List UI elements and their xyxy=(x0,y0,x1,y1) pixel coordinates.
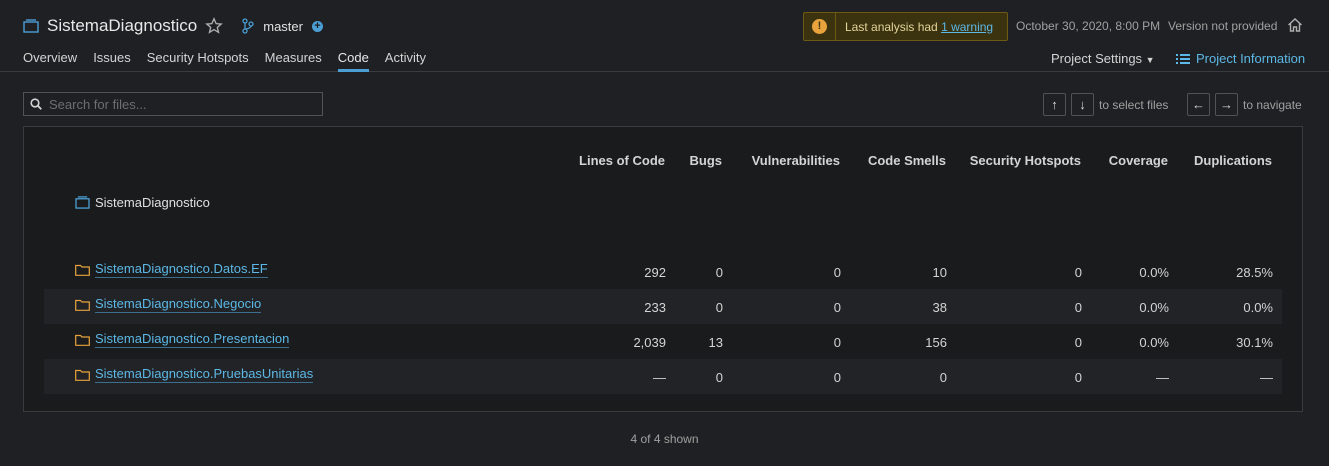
table-row: SistemaDiagnostico.Datos.EF 292 0 0 10 0… xyxy=(44,254,1282,289)
version-label: Version not provided xyxy=(1168,19,1278,33)
analysis-warning: ! Last analysis had 1 warning xyxy=(803,12,1008,41)
branch-name[interactable]: master xyxy=(263,19,303,34)
column-vulnerabilities: Vulnerabilities xyxy=(751,153,840,168)
cell-coverage[interactable]: — xyxy=(1156,370,1169,385)
search-input[interactable] xyxy=(49,96,299,112)
project-settings-label: Project Settings xyxy=(1051,51,1143,66)
cell-lines-of-code: 2,039 xyxy=(633,335,666,350)
top-bar: SistemaDiagnostico master + ! Last analy… xyxy=(0,0,1329,72)
table-row: SistemaDiagnostico.Negocio 233 0 0 38 0 … xyxy=(44,289,1282,324)
cell-code-smells[interactable]: 38 xyxy=(933,300,947,315)
root-component: SistemaDiagnostico xyxy=(75,195,210,210)
key-up: ↑ xyxy=(1043,93,1066,116)
file-link[interactable]: SistemaDiagnostico.PruebasUnitarias xyxy=(95,366,314,383)
file-search xyxy=(23,92,323,116)
file-link[interactable]: SistemaDiagnostico.Negocio xyxy=(95,296,262,313)
project-name[interactable]: SistemaDiagnostico xyxy=(47,16,197,36)
cell-duplications[interactable]: 30.1% xyxy=(1236,335,1273,350)
list-icon xyxy=(1176,53,1190,64)
cell-security-hotspots[interactable]: 0 xyxy=(1075,335,1082,350)
row-name: SistemaDiagnostico.Presentacion xyxy=(75,331,290,348)
cell-security-hotspots[interactable]: 0 xyxy=(1075,300,1082,315)
analysis-date: October 30, 2020, 8:00 PM xyxy=(1016,19,1161,33)
folder-icon xyxy=(75,334,90,346)
cell-lines-of-code: — xyxy=(653,370,666,385)
select-hint: ↑ ↓ to select files xyxy=(1043,93,1168,116)
branch-icon xyxy=(242,18,254,34)
column-coverage: Coverage xyxy=(1108,153,1168,168)
table-row: SistemaDiagnostico.Presentacion 2,039 13… xyxy=(44,324,1282,359)
project-icon xyxy=(75,196,90,209)
cell-security-hotspots[interactable]: 0 xyxy=(1075,370,1082,385)
tab-activity[interactable]: Activity xyxy=(385,50,426,72)
column-code-smells: Code Smells xyxy=(867,153,946,168)
shown-count: 4 of 4 shown xyxy=(630,432,699,446)
cell-duplications[interactable]: 0.0% xyxy=(1243,300,1273,315)
cell-code-smells[interactable]: 0 xyxy=(940,370,947,385)
row-name: SistemaDiagnostico.PruebasUnitarias xyxy=(75,366,314,383)
cell-vulnerabilities[interactable]: 0 xyxy=(834,300,841,315)
cell-vulnerabilities[interactable]: 0 xyxy=(834,335,841,350)
tab-measures[interactable]: Measures xyxy=(265,50,322,72)
cell-duplications[interactable]: 28.5% xyxy=(1236,265,1273,280)
cell-security-hotspots[interactable]: 0 xyxy=(1075,265,1082,280)
root-component-name: SistemaDiagnostico xyxy=(95,195,210,210)
search-icon xyxy=(30,98,42,110)
project-icon xyxy=(23,19,39,33)
warning-icon-container: ! xyxy=(804,13,836,40)
cell-bugs[interactable]: 0 xyxy=(716,300,723,315)
key-right: → xyxy=(1215,93,1238,116)
file-link[interactable]: SistemaDiagnostico.Presentacion xyxy=(95,331,290,348)
cell-coverage[interactable]: 0.0% xyxy=(1139,300,1169,315)
cell-code-smells[interactable]: 10 xyxy=(933,265,947,280)
project-information-link[interactable]: Project Information xyxy=(1176,51,1305,66)
folder-icon xyxy=(75,299,90,311)
cell-coverage[interactable]: 0.0% xyxy=(1139,335,1169,350)
project-header: SistemaDiagnostico master + xyxy=(23,14,323,38)
cell-code-smells[interactable]: 156 xyxy=(925,335,947,350)
tab-issues[interactable]: Issues xyxy=(93,50,131,72)
folder-icon xyxy=(75,369,90,381)
warning-link[interactable]: 1 warning xyxy=(941,20,993,34)
row-name: SistemaDiagnostico.Datos.EF xyxy=(75,261,268,278)
folder-icon xyxy=(75,264,90,276)
home-icon[interactable] xyxy=(1287,17,1303,33)
tab-overview[interactable]: Overview xyxy=(23,50,77,72)
warning-text: Last analysis had 1 warning xyxy=(845,20,993,34)
column-duplications: Duplications xyxy=(1193,153,1272,168)
cell-bugs[interactable]: 0 xyxy=(716,265,723,280)
file-link[interactable]: SistemaDiagnostico.Datos.EF xyxy=(95,261,268,278)
navigate-hint-text: to navigate xyxy=(1243,97,1302,112)
key-left: ← xyxy=(1187,93,1210,116)
warning-message: Last analysis had xyxy=(845,19,942,34)
row-name: SistemaDiagnostico.Negocio xyxy=(75,296,262,313)
column-security-hotspots: Security Hotspots xyxy=(969,153,1081,168)
info-icon[interactable]: + xyxy=(311,20,323,32)
project-settings-menu[interactable]: Project Settings ▼ xyxy=(1051,51,1155,66)
column-bugs: Bugs xyxy=(689,153,723,168)
cell-lines-of-code: 233 xyxy=(644,300,666,315)
table-row: SistemaDiagnostico.PruebasUnitarias — 0 … xyxy=(44,359,1282,394)
project-information-label: Project Information xyxy=(1196,51,1306,66)
navigate-hint: ← → to navigate xyxy=(1187,93,1302,116)
cell-vulnerabilities[interactable]: 0 xyxy=(834,370,841,385)
cell-lines-of-code: 292 xyxy=(644,265,666,280)
cell-vulnerabilities[interactable]: 0 xyxy=(834,265,841,280)
caret-down-icon: ▼ xyxy=(1145,55,1155,65)
star-icon[interactable] xyxy=(205,17,224,35)
project-nav: Overview Issues Security Hotspots Measur… xyxy=(23,50,442,72)
cell-bugs[interactable]: 13 xyxy=(709,335,723,350)
column-lines-of-code: Lines of Code xyxy=(579,153,665,168)
select-hint-text: to select files xyxy=(1099,97,1169,112)
tab-code[interactable]: Code xyxy=(337,50,369,72)
tab-security-hotspots[interactable]: Security Hotspots xyxy=(147,50,249,72)
cell-coverage[interactable]: 0.0% xyxy=(1139,265,1169,280)
code-table: Lines of Code Bugs Vulnerabilities Code … xyxy=(23,126,1303,412)
key-down: ↓ xyxy=(1071,93,1094,116)
cell-bugs[interactable]: 0 xyxy=(716,370,723,385)
warning-icon: ! xyxy=(812,19,827,34)
cell-duplications[interactable]: — xyxy=(1260,370,1273,385)
